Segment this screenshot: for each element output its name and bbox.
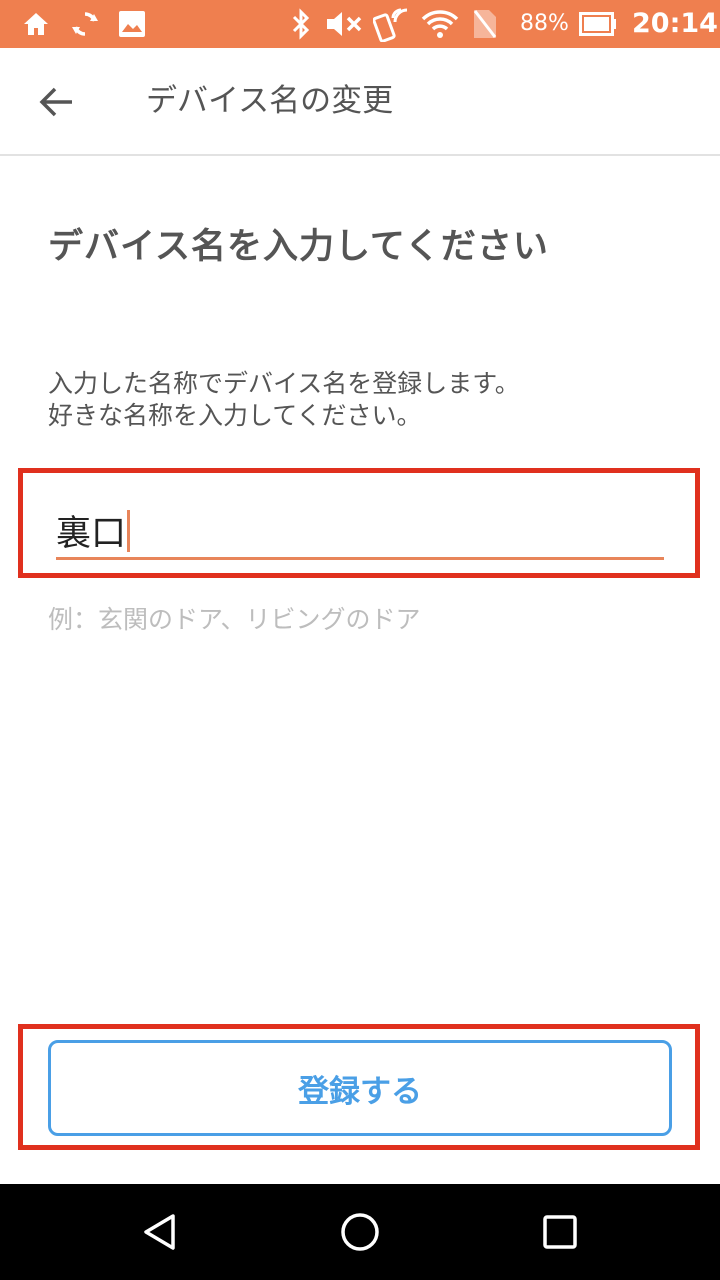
page-title: デバイス名の変更 [146, 83, 394, 119]
no-sim-icon [470, 0, 500, 48]
image-icon [116, 0, 148, 48]
home-icon [20, 0, 52, 48]
wifi-icon [420, 0, 460, 48]
section-heading: デバイス名を入力してください [48, 227, 549, 267]
mute-icon [324, 0, 364, 48]
register-button[interactable]: 登録する [48, 1040, 672, 1136]
status-bar: 88% 20:14 [0, 0, 720, 48]
text-cursor [127, 510, 130, 552]
nav-back-button[interactable] [100, 1184, 220, 1280]
nfc-icon [372, 0, 412, 48]
description-line-1: 入力した名称でデバイス名を登録します。 [48, 369, 520, 398]
device-name-input[interactable] [56, 504, 616, 556]
battery-icon [578, 0, 618, 48]
app-bar: デバイス名の変更 [0, 48, 720, 156]
clock: 20:14 [632, 8, 718, 39]
arrow-back-icon [39, 87, 72, 117]
back-button[interactable] [26, 76, 86, 128]
battery-percent: 88% [520, 11, 569, 36]
input-hint: 例：玄関のドア、リビングのドア [48, 605, 421, 634]
nav-recents-icon [543, 1215, 577, 1249]
nav-recents-button[interactable] [500, 1184, 620, 1280]
nav-home-icon [341, 1213, 379, 1251]
description: 入力した名称でデバイス名を登録します。 好きな名称を入力してください。 [48, 368, 520, 432]
description-line-2: 好きな名称を入力してください。 [48, 401, 422, 430]
nav-home-button[interactable] [300, 1184, 420, 1280]
sync-icon [68, 0, 102, 48]
bluetooth-icon [288, 0, 314, 48]
navigation-bar [0, 1184, 720, 1280]
device-name-field[interactable] [56, 500, 664, 560]
nav-back-icon [144, 1214, 175, 1250]
